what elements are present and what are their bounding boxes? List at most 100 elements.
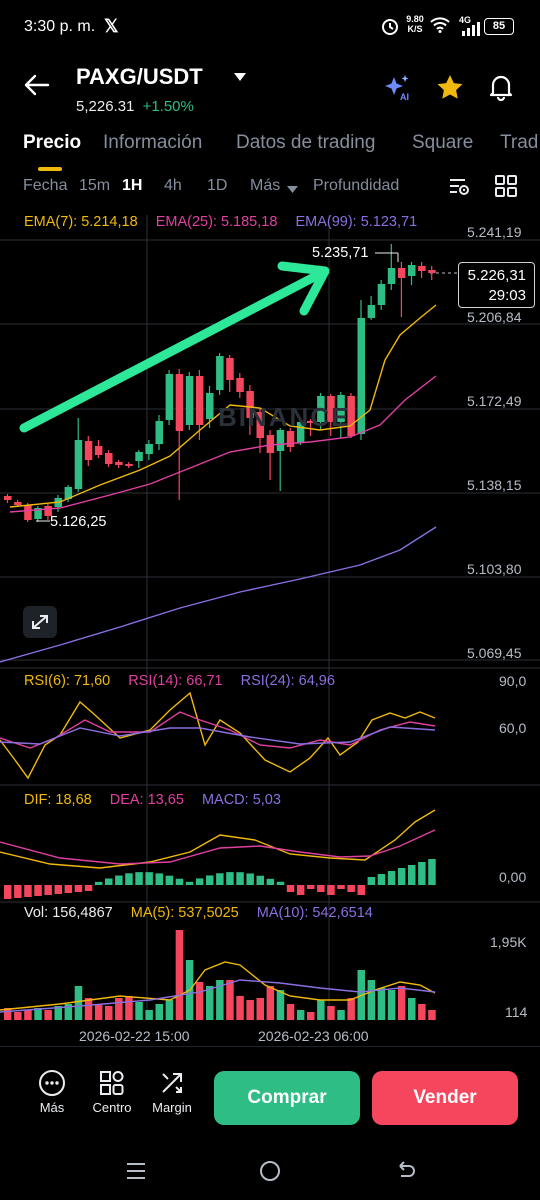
pair-title[interactable]: PAXG/USDT — [76, 64, 203, 90]
time-axis-label: 2026-02-22 15:00 — [79, 1028, 190, 1044]
interval-1h[interactable]: 1H — [122, 177, 142, 195]
interval-1d[interactable]: 1D — [207, 177, 227, 195]
volume-bar — [256, 998, 264, 1020]
recent-apps-icon[interactable] — [125, 1160, 147, 1187]
macd-histogram-bar — [347, 885, 355, 892]
bottom-action-bar: Más Centro Margin Comprar Vender — [0, 1046, 540, 1146]
macd-histogram-bar — [44, 885, 52, 895]
interval-mas[interactable]: Más — [250, 177, 280, 195]
interval-fecha[interactable]: Fecha — [23, 177, 67, 195]
candle-body — [206, 393, 214, 419]
chevron-down-icon[interactable] — [287, 181, 298, 199]
candle-body — [377, 284, 386, 305]
dea-line — [0, 829, 436, 865]
ai-sparkle-icon[interactable]: AI — [383, 74, 413, 107]
volume-bar — [74, 986, 83, 1020]
interval-15m[interactable]: 15m — [79, 177, 110, 195]
macd-histogram-bar — [307, 885, 315, 889]
macd-histogram-bar — [337, 885, 345, 889]
vol-ma5-label: MA(5): 537,5025 — [130, 905, 239, 921]
interval-profundidad[interactable]: Profundidad — [313, 177, 399, 195]
macd-histogram-bar — [155, 873, 163, 885]
volume-bar — [226, 980, 234, 1020]
watermark: BINANCE — [218, 402, 351, 432]
candle-body — [428, 270, 436, 273]
volume-bar — [165, 1000, 174, 1020]
ema99-label: EMA(99): 5.123,71 — [295, 214, 418, 230]
dif-label: DIF: 18,68 — [24, 792, 92, 808]
macd-histogram-bar — [54, 885, 62, 894]
macd-label: MACD: 5,03 — [201, 792, 281, 808]
interval-bar: Fecha 15m 1H 4h 1D Más Profundidad — [0, 170, 540, 202]
buy-button[interactable]: Comprar — [214, 1071, 360, 1125]
more-label: Más — [39, 1100, 65, 1115]
volume-bar — [377, 988, 386, 1020]
tab-informacion[interactable]: Información — [103, 132, 202, 154]
high-price-annotation: 5.235,71 — [312, 245, 369, 261]
rsi6-label: RSI(6): 71,60 — [24, 673, 111, 689]
price-axis-label: 5.241,19 — [467, 224, 522, 240]
bell-icon[interactable] — [488, 73, 514, 106]
signal-icon — [462, 22, 482, 41]
macd-histogram-bar — [256, 875, 264, 885]
tab-precio[interactable]: Precio — [23, 132, 81, 154]
volume-bar — [347, 998, 355, 1020]
volume-bar — [408, 998, 416, 1020]
macd-histogram-bar — [428, 859, 436, 885]
candle-body — [24, 505, 32, 520]
vol-ma10-label: MA(10): 542,6514 — [256, 905, 373, 921]
chevron-down-icon[interactable] — [233, 69, 247, 87]
layout-grid-icon[interactable] — [495, 175, 517, 202]
price-axis-label: 5.103,80 — [467, 561, 522, 577]
macd-histogram-bar — [14, 885, 22, 898]
macd-histogram-bar — [408, 865, 416, 885]
macd-histogram-bar — [84, 885, 93, 891]
volume-axis-label: 114 — [505, 1004, 528, 1020]
fullscreen-button[interactable] — [23, 606, 57, 638]
macd-histogram-bar — [135, 872, 143, 885]
candle-body — [397, 268, 406, 278]
dea-label: DEA: 13,65 — [109, 792, 184, 808]
more-button[interactable]: Más — [22, 1069, 82, 1115]
tab-datos-trading[interactable]: Datos de trading — [236, 132, 375, 154]
macd-legend: DIF: 18,68 DEA: 13,65 MACD: 5,03 — [24, 792, 281, 808]
margin-button[interactable]: Margin — [142, 1069, 202, 1115]
candle-body — [408, 265, 416, 276]
candle-body — [276, 430, 285, 451]
current-price: 5.226,31 — [467, 267, 526, 284]
macd-histogram-bar — [125, 873, 133, 885]
favorite-star-icon[interactable] — [436, 74, 464, 105]
macd-histogram-bar — [185, 881, 194, 885]
tab-trading[interactable]: Trad — [500, 132, 538, 154]
svg-text:AI: AI — [400, 92, 409, 102]
ema25-line — [9, 375, 437, 513]
macd-histogram-bar — [206, 875, 214, 885]
back-nav-icon[interactable] — [394, 1160, 416, 1187]
dif-line — [0, 809, 436, 869]
low-price-annotation: 5.126,25 — [50, 514, 107, 530]
interval-4h[interactable]: 4h — [164, 177, 182, 195]
candle-body — [84, 441, 93, 460]
macd-histogram-bar — [195, 878, 204, 885]
centro-button[interactable]: Centro — [82, 1069, 142, 1115]
home-icon[interactable] — [259, 1160, 281, 1187]
price-line: 5,226.31 +1.50% — [76, 98, 194, 115]
chart-settings-icon[interactable] — [448, 175, 470, 202]
candle-body — [216, 356, 224, 390]
current-price-tag[interactable]: 5.226,31 29:03 — [458, 262, 535, 308]
margin-label: Margin — [152, 1100, 192, 1115]
centro-label: Centro — [92, 1100, 132, 1115]
macd-histogram-bar — [286, 885, 295, 892]
time-axis-label: 2026-02-23 06:00 — [258, 1028, 369, 1044]
macd-histogram-bar — [317, 885, 325, 892]
volume-bar — [307, 1012, 315, 1020]
sell-button[interactable]: Vender — [372, 1071, 518, 1125]
price-axis-label: 5.172,49 — [467, 393, 522, 409]
volume-bar — [24, 1010, 32, 1020]
tab-square[interactable]: Square — [412, 132, 473, 154]
volume-bar — [286, 1004, 295, 1020]
status-bar: 3:30 p. m. 𝕏 9.80 K/S 4G 85 — [0, 0, 540, 56]
back-arrow-icon[interactable] — [24, 74, 50, 101]
network-speed: 9.80 K/S — [406, 14, 424, 34]
volume-bar — [428, 1010, 436, 1020]
